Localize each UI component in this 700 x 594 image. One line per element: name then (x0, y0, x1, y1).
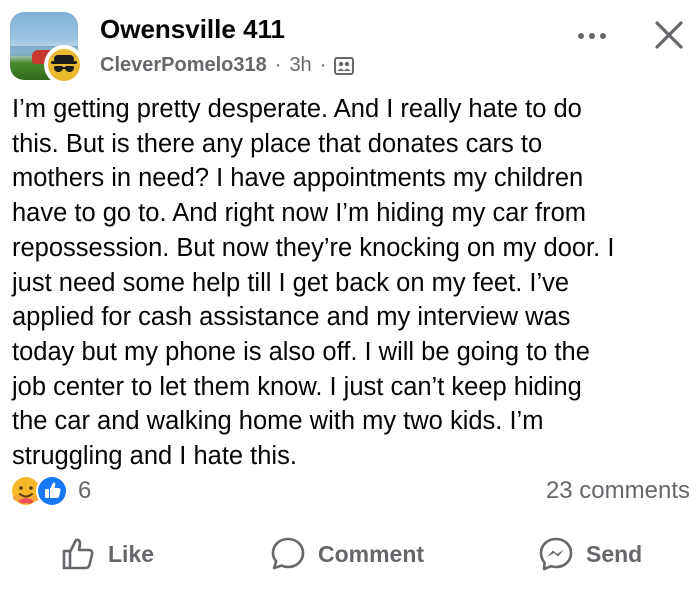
comment-icon (271, 537, 305, 570)
anon-glass-bridge (62, 67, 66, 69)
reactions-summary: 6 23 comments (0, 472, 700, 508)
anonymous-icon (48, 49, 80, 81)
post-time-link[interactable]: 3h (289, 54, 311, 77)
reaction-icons[interactable] (9, 474, 73, 507)
group-name-link[interactable]: Owensville 411 (100, 14, 285, 45)
post-header: Owensville 411 CleverPomelo318 · 3h · (0, 0, 700, 90)
like-reaction-icon (36, 475, 68, 507)
post-action-bar: Like Comment Send (0, 528, 700, 580)
close-icon[interactable] (648, 14, 690, 56)
comment-count-link[interactable]: 23 comments (546, 477, 690, 505)
meta-separator: · (319, 54, 327, 76)
thumbs-up-icon (62, 538, 94, 570)
comment-label: Comment (318, 540, 425, 567)
like-label: Like (108, 540, 155, 567)
send-label: Send (586, 540, 643, 567)
author-name-link[interactable]: CleverPomelo318 (100, 54, 267, 77)
anonymous-member-avatar[interactable] (45, 46, 83, 84)
group-audience-icon[interactable] (334, 56, 355, 76)
anon-brim-shape (51, 61, 77, 64)
anon-glass-right (65, 66, 74, 72)
send-button[interactable]: Send (538, 528, 642, 580)
more-dot (578, 33, 584, 39)
more-dot (589, 33, 595, 39)
comment-button[interactable]: Comment (270, 528, 424, 580)
post-text: I’m getting pretty desperate. And I real… (12, 95, 615, 471)
more-dot (600, 33, 606, 39)
more-options-button[interactable] (570, 24, 614, 48)
messenger-icon (539, 537, 573, 571)
meta-separator: · (274, 54, 282, 76)
reaction-count[interactable]: 6 (78, 477, 91, 505)
post-meta: CleverPomelo318 · 3h · (100, 54, 355, 77)
like-button[interactable]: Like (60, 528, 154, 580)
